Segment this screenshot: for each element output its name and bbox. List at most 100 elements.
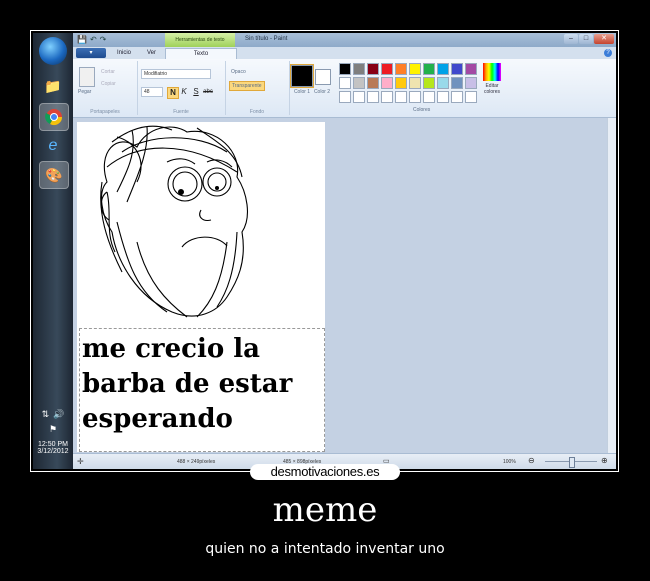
palette-swatch[interactable] — [367, 63, 379, 75]
copy-button[interactable]: Copiar — [101, 81, 116, 87]
palette-swatch[interactable] — [423, 91, 435, 103]
palette-swatch[interactable] — [409, 77, 421, 89]
palette-swatch[interactable] — [353, 63, 365, 75]
window-controls: – □ ✕ — [564, 34, 614, 44]
font-label: Fuente — [173, 109, 189, 115]
palette-swatch[interactable] — [409, 91, 421, 103]
palette-swatch[interactable] — [437, 63, 449, 75]
edit-colors-button[interactable]: Editar colores — [481, 63, 503, 95]
palette-swatch[interactable] — [353, 77, 365, 89]
font-size-select[interactable]: 48 — [141, 87, 163, 97]
paste-button[interactable]: Pegar — [78, 89, 91, 95]
start-orb-icon[interactable] — [39, 37, 67, 65]
desktop-screenshot: 📁 e 🎨 ⇅ 🔊 ⚑ 12:50 PM 3/12/2012 💾 ↶ ↷ Herr… — [33, 33, 616, 469]
palette-swatch[interactable] — [423, 77, 435, 89]
poster-subtitle: quien no a intentado inventar uno — [205, 541, 445, 557]
background-label: Fondo — [249, 109, 265, 115]
palette-swatch[interactable] — [451, 77, 463, 89]
clipboard-group: Pegar Cortar Copiar Portapapeles — [73, 61, 138, 115]
poster-title: meme — [272, 490, 378, 530]
font-family-select[interactable]: Modifiatrio — [141, 69, 211, 79]
edit-colors-label: Editar colores — [483, 83, 501, 95]
canvas-workspace[interactable]: me crecio la barba de estar esperando — [73, 118, 608, 454]
background-group: Opaco Transparente Fondo — [225, 61, 290, 115]
minimize-button[interactable]: – — [564, 34, 578, 44]
color2-label: Color 2 — [313, 89, 331, 95]
palette-swatch[interactable] — [437, 77, 449, 89]
ribbon: Pegar Cortar Copiar Portapapeles Modifia… — [73, 59, 616, 118]
color1-label: Color 1 — [293, 89, 311, 95]
strikethrough-button[interactable]: abc — [203, 87, 213, 97]
maximize-button[interactable]: □ — [579, 34, 593, 44]
palette-swatch[interactable] — [381, 91, 393, 103]
palette-swatch[interactable] — [339, 77, 351, 89]
opaque-option[interactable]: Opaco — [231, 69, 246, 75]
undo-icon[interactable]: ↶ — [90, 35, 97, 44]
file-menu-button[interactable]: ▾ — [76, 48, 106, 58]
paint-icon[interactable]: 🎨 — [39, 161, 69, 189]
poster-frame: 📁 e 🎨 ⇅ 🔊 ⚑ 12:50 PM 3/12/2012 💾 ↶ ↷ Herr… — [30, 30, 619, 472]
palette-swatch[interactable] — [339, 91, 351, 103]
save-icon[interactable]: 💾 — [77, 35, 87, 44]
folder-icon[interactable]: 📁 — [39, 73, 67, 99]
palette-swatch[interactable] — [395, 91, 407, 103]
palette-swatch[interactable] — [465, 91, 477, 103]
zoom-slider-thumb[interactable] — [569, 457, 575, 468]
cursor-position-icon: ✛ — [77, 457, 84, 466]
palette-swatch[interactable] — [409, 63, 421, 75]
flag-icon[interactable]: ⚑ — [49, 424, 57, 435]
color-palette — [339, 63, 477, 103]
redo-icon[interactable]: ↷ — [100, 35, 107, 44]
cut-button[interactable]: Cortar — [101, 69, 115, 75]
canvas-text-line-2: barba de estar — [82, 369, 293, 399]
palette-swatch[interactable] — [437, 91, 449, 103]
font-group: Modifiatrio 48 N K S abc Fuente — [137, 61, 226, 115]
clock-date[interactable]: 3/12/2012 — [33, 448, 73, 455]
palette-swatch[interactable] — [465, 63, 477, 75]
italic-button[interactable]: K — [179, 87, 189, 97]
quick-access-toolbar: 💾 ↶ ↷ — [77, 35, 106, 44]
edit-colors-icon — [483, 63, 501, 81]
canvas-text-line-3: esperando — [82, 404, 233, 434]
paste-icon[interactable] — [79, 67, 95, 87]
close-button[interactable]: ✕ — [594, 34, 614, 44]
palette-swatch[interactable] — [451, 63, 463, 75]
tab-view[interactable]: Ver — [141, 48, 162, 59]
clock-time[interactable]: 12:50 PM — [33, 441, 73, 448]
clipboard-label: Portapapeles — [90, 109, 120, 115]
tab-home[interactable]: Inicio — [111, 48, 137, 59]
palette-swatch[interactable] — [353, 91, 365, 103]
underline-button[interactable]: S — [191, 87, 201, 97]
selection-size: 488 × 249píxeles — [177, 459, 216, 465]
internet-explorer-icon[interactable]: e — [39, 133, 67, 159]
chrome-icon[interactable] — [39, 103, 69, 131]
palette-swatch[interactable] — [381, 63, 393, 75]
bold-button[interactable]: N — [167, 87, 179, 99]
zoom-level: 100% — [503, 459, 516, 465]
canvas-text[interactable]: me crecio la barba de estar esperando — [82, 332, 322, 437]
color2-swatch[interactable] — [315, 69, 331, 85]
palette-swatch[interactable] — [339, 63, 351, 75]
palette-swatch[interactable] — [367, 77, 379, 89]
network-icon[interactable]: ⇅ — [42, 409, 50, 420]
title-bar: 💾 ↶ ↷ Herramientas de texto Sin título -… — [73, 33, 616, 47]
palette-swatch[interactable] — [451, 91, 463, 103]
color-selectors: Color 1 Color 2 — [289, 61, 335, 115]
zoom-slider[interactable] — [545, 457, 597, 468]
palette-swatch[interactable] — [423, 63, 435, 75]
palette-swatch[interactable] — [465, 77, 477, 89]
zoom-in-button[interactable]: ⊕ — [601, 456, 608, 465]
help-icon[interactable]: ? — [604, 49, 612, 57]
zoom-out-button[interactable]: ⊖ — [528, 456, 535, 465]
colors-label: Colores — [413, 107, 431, 113]
palette-swatch[interactable] — [381, 77, 393, 89]
palette-swatch[interactable] — [395, 63, 407, 75]
transparent-option[interactable]: Transparente — [229, 81, 265, 91]
volume-icon[interactable]: 🔊 — [53, 409, 64, 420]
palette-swatch[interactable] — [395, 77, 407, 89]
color1-swatch[interactable] — [290, 64, 314, 88]
drawing-canvas[interactable]: me crecio la barba de estar esperando — [77, 122, 325, 452]
chrome-logo-icon — [45, 109, 63, 126]
vertical-scrollbar[interactable] — [607, 118, 616, 454]
palette-swatch[interactable] — [367, 91, 379, 103]
